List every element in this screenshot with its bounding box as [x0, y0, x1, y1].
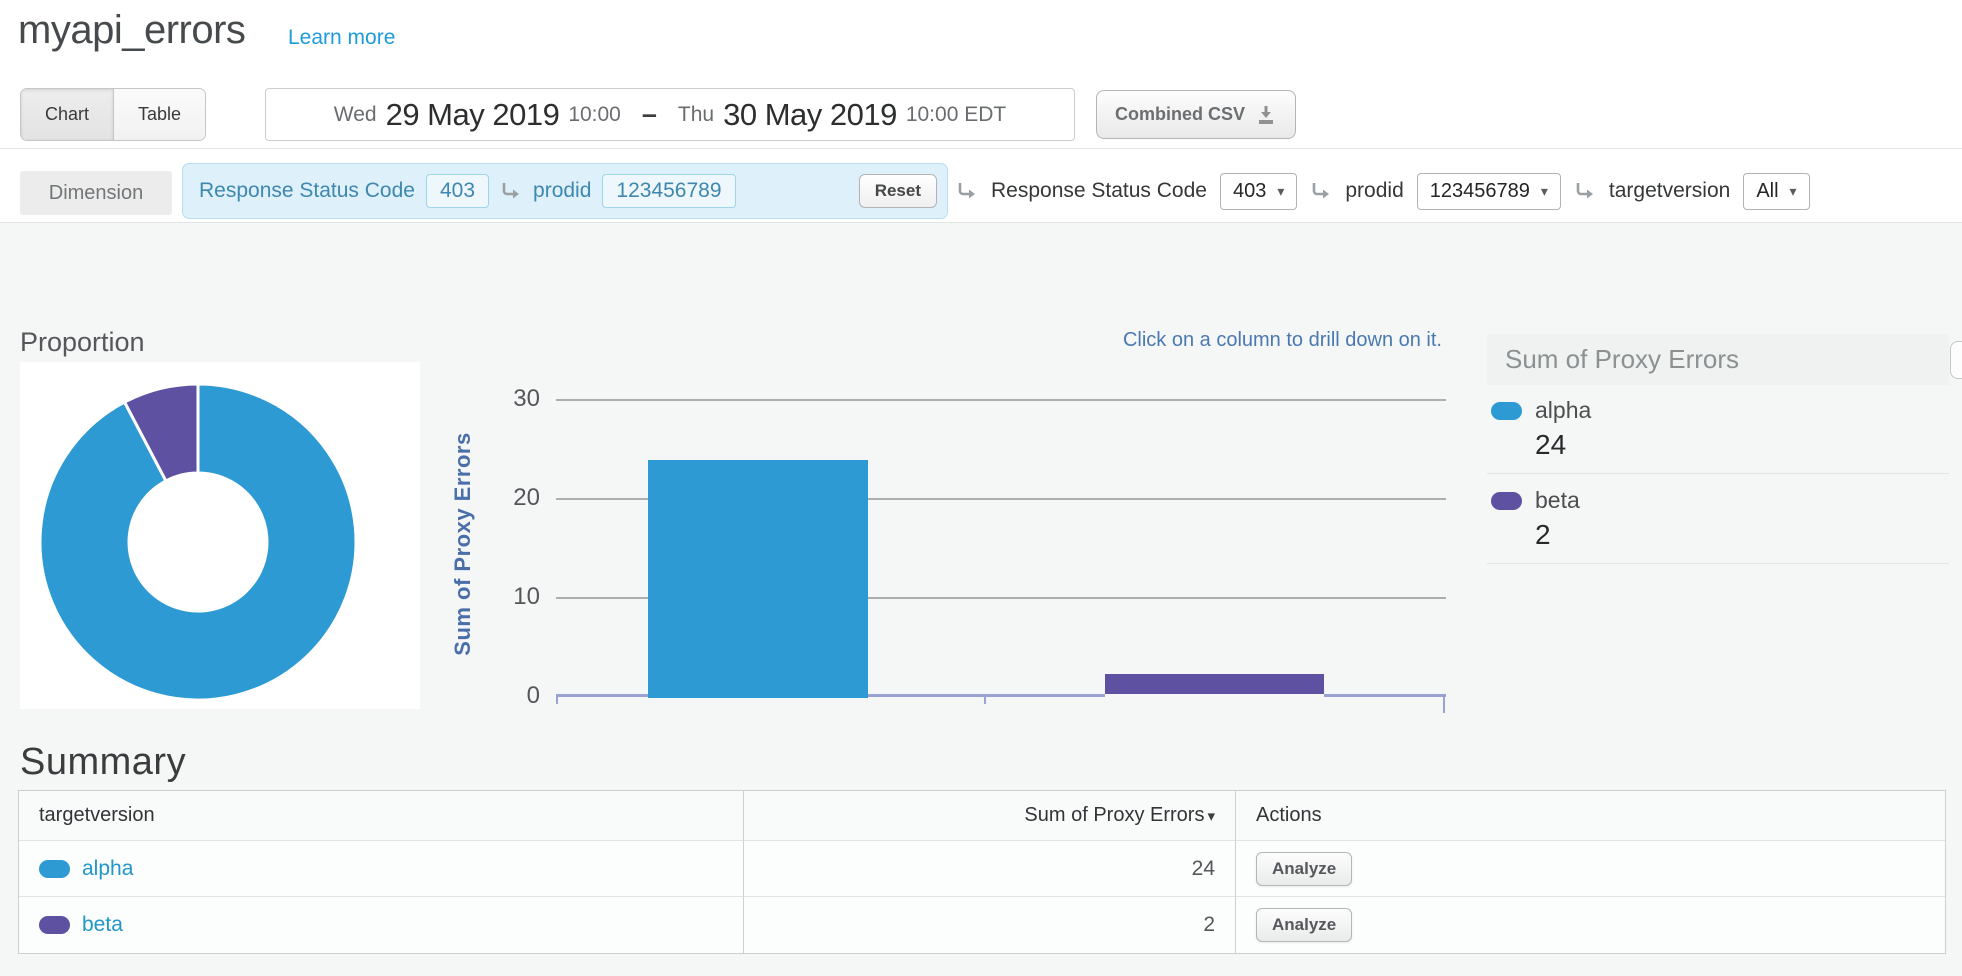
toolbar-divider [0, 148, 1962, 149]
y-tick-label: 20 [455, 484, 540, 512]
filter-select-targetversion[interactable]: All ▾ [1743, 173, 1809, 210]
legend-label: beta [1535, 487, 1580, 514]
legend: alpha 24 beta 2 [1487, 384, 1949, 564]
table-row-label-cell: beta [19, 897, 743, 953]
dimension-filters: Response Status Code 403 ▾ prodid 123456789 ▾… [956, 163, 1810, 219]
legend-swatch-beta [1491, 492, 1522, 510]
end-time: 10:00 EDT [906, 103, 1006, 127]
legend-swatch-alpha [1491, 402, 1522, 420]
x-axis-baseline [868, 694, 1105, 697]
analyze-button-alpha[interactable]: Analyze [1256, 852, 1352, 886]
sort-column-label: Sum of Proxy Errors [1024, 804, 1204, 827]
table-row-label-cell: alpha [19, 841, 743, 897]
filter-select-prodid[interactable]: 123456789 ▾ [1417, 173, 1561, 210]
start-date: 29 May 2019 [386, 97, 560, 133]
legend-title: Sum of Proxy Errors [1487, 334, 1949, 385]
row-value: 24 [1192, 857, 1215, 881]
learn-more-link[interactable]: Learn more [288, 26, 395, 50]
x-axis-tick [984, 694, 986, 704]
start-time: 10:00 [568, 103, 621, 127]
start-day: Wed [334, 103, 377, 127]
row-link-beta[interactable]: beta [82, 913, 123, 937]
drilldown-arrow-icon [1310, 180, 1332, 202]
drilldown-hint: Click on a column to drill down on it. [1000, 329, 1442, 352]
summary-table: targetversionSum of Proxy Errors▾Actions… [18, 790, 1946, 954]
chart-view-button[interactable]: Chart [21, 89, 113, 140]
combined-csv-label: Combined CSV [1115, 104, 1245, 125]
row-swatch-alpha [39, 860, 70, 878]
drilldown-arrow-icon [1574, 180, 1596, 202]
y-tick-label: 0 [455, 682, 540, 710]
proportion-donut-chart [20, 362, 420, 709]
filter-name-response-status-code: Response Status Code [991, 179, 1207, 203]
download-icon [1255, 104, 1277, 126]
row-value: 2 [1203, 913, 1215, 937]
analyze-button-beta[interactable]: Analyze [1256, 908, 1352, 942]
chevron-down-icon: ▾ [1790, 183, 1797, 200]
combined-csv-button[interactable]: Combined CSV [1096, 90, 1296, 139]
y-axis-label: Sum of Proxy Errors [450, 394, 476, 694]
summary-title: Summary [20, 741, 186, 784]
row-value-cell: 24 [743, 841, 1235, 897]
filter-selected-value: 403 [1233, 180, 1266, 203]
chevron-down-icon: ▾ [1277, 183, 1284, 200]
proportion-title: Proportion [20, 327, 145, 358]
analytics-dashboard: myapi_errors Learn more Chart Table Wed … [0, 0, 1962, 976]
chevron-down-icon: ▾ [1541, 183, 1548, 200]
date-range-separator: – [642, 99, 657, 130]
row-actions-cell: Analyze [1235, 841, 1945, 897]
dimension-breadcrumb: Response Status Code 403 prodid 123456789 Re… [182, 163, 948, 219]
sort-desc-icon: ▾ [1207, 807, 1215, 825]
reset-button[interactable]: Reset [859, 174, 937, 208]
table-view-button[interactable]: Table [113, 89, 205, 140]
breadcrumb-dimension-value[interactable]: 123456789 [602, 174, 735, 208]
dimension-label: Dimension [20, 171, 172, 215]
column-header-sum-of-proxy-errors[interactable]: Sum of Proxy Errors▾ [743, 791, 1235, 841]
x-axis-tick [1443, 694, 1445, 713]
y-tick-label: 30 [455, 385, 540, 413]
x-axis-baseline [1324, 694, 1446, 697]
breadcrumb-dimension-value[interactable]: 403 [426, 174, 489, 208]
bar-beta[interactable] [1105, 674, 1324, 694]
filter-select-response-status-code[interactable]: 403 ▾ [1220, 173, 1297, 210]
date-range-picker[interactable]: Wed 29 May 2019 10:00 – Thu 30 May 2019 … [265, 88, 1075, 141]
legend-collapse-button[interactable] [1950, 341, 1962, 379]
chart-table-toggle: Chart Table [20, 88, 206, 141]
legend-value: 2 [1535, 519, 1949, 551]
end-date: 30 May 2019 [723, 97, 897, 133]
legend-item-beta[interactable]: beta 2 [1487, 474, 1949, 564]
report-panel: Proportion Sum of Proxy Errors 0 10 20 30 C… [0, 223, 1962, 976]
drilldown-arrow-icon [956, 180, 978, 202]
gridline-30 [556, 399, 1446, 401]
filter-selected-value: 123456789 [1430, 180, 1530, 203]
end-day: Thu [678, 103, 714, 127]
breadcrumb-dimension-name: prodid [533, 179, 591, 203]
bar-alpha[interactable] [648, 460, 868, 698]
x-axis-baseline [556, 694, 648, 697]
legend-value: 24 [1535, 429, 1949, 461]
row-link-alpha[interactable]: alpha [82, 857, 133, 881]
legend-item-alpha[interactable]: alpha 24 [1487, 384, 1949, 474]
row-actions-cell: Analyze [1235, 897, 1945, 953]
column-header-targetversion: targetversion [19, 791, 743, 841]
page-title: myapi_errors [18, 8, 245, 53]
legend-label: alpha [1535, 397, 1591, 424]
column-header-actions: Actions [1235, 791, 1945, 841]
drilldown-arrow-icon [500, 180, 522, 202]
proportion-donut-card [20, 362, 420, 709]
breadcrumb-dimension-name: Response Status Code [199, 179, 415, 203]
filter-name-targetversion: targetversion [1609, 179, 1730, 203]
filter-selected-value: All [1756, 180, 1778, 203]
filter-name-prodid: prodid [1345, 179, 1403, 203]
row-value-cell: 2 [743, 897, 1235, 953]
x-axis-tick [556, 694, 558, 704]
row-swatch-beta [39, 916, 70, 934]
y-tick-label: 10 [455, 583, 540, 611]
